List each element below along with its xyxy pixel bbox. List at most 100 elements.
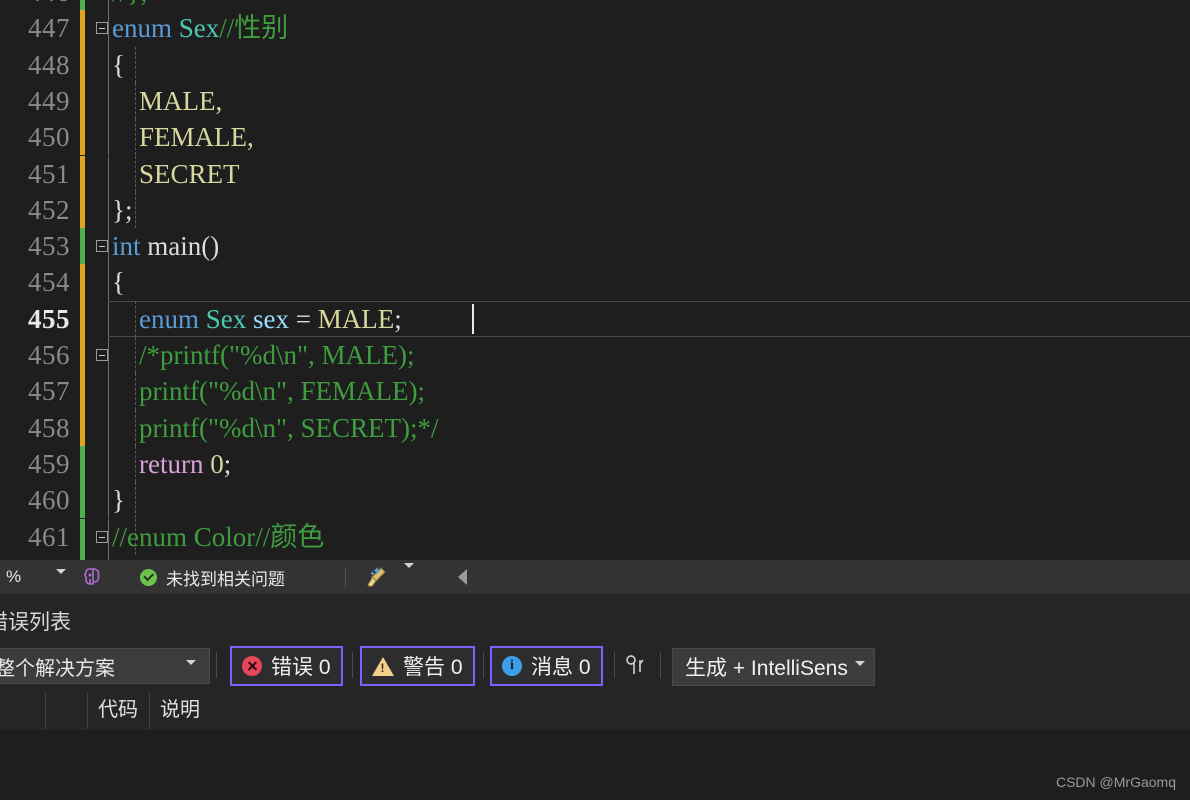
code-line[interactable]: 447 enum Sex//性别: [0, 10, 1190, 47]
column-header-description[interactable]: 说明: [150, 692, 910, 729]
indent-guide: [108, 373, 109, 410]
column-header-code[interactable]: 代码: [88, 692, 150, 729]
line-number: 460: [28, 485, 70, 516]
code-line[interactable]: 453 int main(): [0, 228, 1190, 265]
indent-guide: [108, 0, 109, 11]
change-marker: [80, 46, 85, 83]
indent-guide: [108, 300, 109, 337]
indent-guide: [108, 518, 109, 555]
warning-count-badge[interactable]: 警告 0: [360, 646, 475, 686]
indent-guide: [135, 191, 136, 229]
code-line[interactable]: 461 //enum Color//颜色: [0, 518, 1190, 555]
column-header-blank-1[interactable]: [0, 692, 46, 729]
indent-guide: [108, 482, 109, 519]
code-token: Sex: [178, 13, 220, 44]
toolbar-separator: [660, 652, 661, 678]
code-token: {: [112, 267, 125, 298]
error-list-rows[interactable]: [0, 730, 1190, 800]
code-cleanup-button[interactable]: [356, 560, 422, 594]
change-marker: [80, 228, 85, 265]
code-line[interactable]: 455 enum Sex sex = MALE;: [0, 300, 1190, 337]
line-number: 451: [28, 158, 70, 189]
code-line[interactable]: 459 return 0;: [0, 445, 1190, 483]
code-line[interactable]: 451 SECRET: [0, 155, 1190, 192]
code-line-text: return 0;: [112, 446, 231, 482]
analysis-status-label: 未找到相关问题: [166, 569, 285, 589]
fold-toggle-icon[interactable]: [96, 240, 108, 253]
indent-guide: [108, 264, 109, 301]
change-marker: [80, 445, 85, 483]
code-line-text: enum Sex sex = MALE;: [112, 301, 402, 337]
code-line[interactable]: 448 {: [0, 46, 1190, 83]
code-line[interactable]: 449 MALE,: [0, 82, 1190, 120]
error-count-badge[interactable]: 错误 0: [230, 646, 343, 686]
code-line[interactable]: 446 //};: [0, 0, 1190, 11]
line-number: 448: [28, 49, 70, 80]
code-line[interactable]: 450 FEMALE,: [0, 119, 1190, 156]
code-token: =: [289, 303, 318, 334]
code-line-text: };: [112, 192, 132, 228]
code-token: ;: [223, 448, 232, 479]
line-number: 452: [28, 194, 70, 225]
indent-guide: [108, 228, 109, 265]
indent-guide: [108, 409, 109, 446]
change-marker: [80, 155, 85, 192]
change-marker: [80, 82, 85, 120]
zoom-level-combo[interactable]: %: [0, 560, 78, 594]
code-token: enum: [112, 13, 179, 44]
error-icon: [242, 656, 262, 676]
line-number: 458: [28, 412, 70, 443]
line-number: 457: [28, 376, 70, 407]
code-token: return: [139, 448, 204, 479]
code-line[interactable]: 457 printf("%d\n", FEMALE);: [0, 373, 1190, 410]
code-line-text: /*printf("%d\n", MALE);: [112, 337, 415, 373]
collapse-panel-button[interactable]: [450, 560, 475, 594]
code-line[interactable]: 460}: [0, 482, 1190, 519]
code-token: int: [112, 231, 148, 262]
code-token: //性别: [219, 13, 289, 44]
csdn-watermark: CSDN @MrGaomq: [1055, 774, 1176, 790]
code-token: ;: [394, 303, 402, 334]
code-token: 0: [210, 448, 224, 479]
fold-toggle-icon[interactable]: [96, 530, 108, 543]
fold-toggle-icon[interactable]: [96, 22, 108, 35]
fold-toggle-icon[interactable]: [96, 349, 108, 361]
indent-guide: [108, 46, 109, 83]
line-number: 447: [28, 13, 70, 44]
toolbar-separator: [483, 652, 484, 678]
filter-toggle-button[interactable]: [622, 652, 650, 685]
line-number: 461: [28, 521, 70, 552]
code-line-text: MALE,: [112, 83, 222, 119]
code-line[interactable]: 454 {: [0, 264, 1190, 301]
info-icon: [502, 656, 522, 676]
code-line[interactable]: 458 printf("%d\n", SECRET);*/: [0, 409, 1190, 446]
code-line[interactable]: 456 /*printf("%d\n", MALE);: [0, 337, 1190, 374]
error-count-label: 错误 0: [271, 656, 331, 679]
scope-filter-combo[interactable]: 整个解决方案: [0, 648, 210, 687]
warning-count-label: 警告 0: [403, 656, 463, 679]
code-token: /*printf("%d\n", MALE);: [112, 340, 415, 370]
status-separator: [345, 567, 346, 587]
code-line-text: FEMALE,: [112, 119, 254, 155]
code-line[interactable]: 452};: [0, 191, 1190, 229]
column-header-blank-2[interactable]: [46, 692, 88, 729]
code-line-text: printf("%d\n", FEMALE);: [112, 373, 425, 409]
code-line-text: printf("%d\n", SECRET);*/: [112, 410, 439, 446]
indent-guide: [108, 10, 109, 47]
change-marker: [80, 10, 85, 47]
indent-guide: [108, 119, 109, 156]
code-editor[interactable]: 446//};447enum Sex//性别448{449 MALE,450 F…: [0, 0, 1190, 560]
code-line-text: SECRET: [112, 156, 240, 192]
code-token: enum: [139, 303, 206, 334]
code-analysis-brain-button[interactable]: [78, 560, 110, 594]
build-filter-combo[interactable]: 生成 + IntelliSens: [672, 648, 875, 689]
line-number: 446: [0, 0, 70, 10]
triangle-left-icon: [458, 569, 467, 585]
line-number: 455: [28, 303, 70, 334]
code-token: sex: [253, 303, 289, 334]
chevron-down-icon: [404, 563, 414, 586]
message-count-badge[interactable]: 消息 0: [490, 646, 603, 686]
code-line-text: {: [112, 264, 125, 300]
